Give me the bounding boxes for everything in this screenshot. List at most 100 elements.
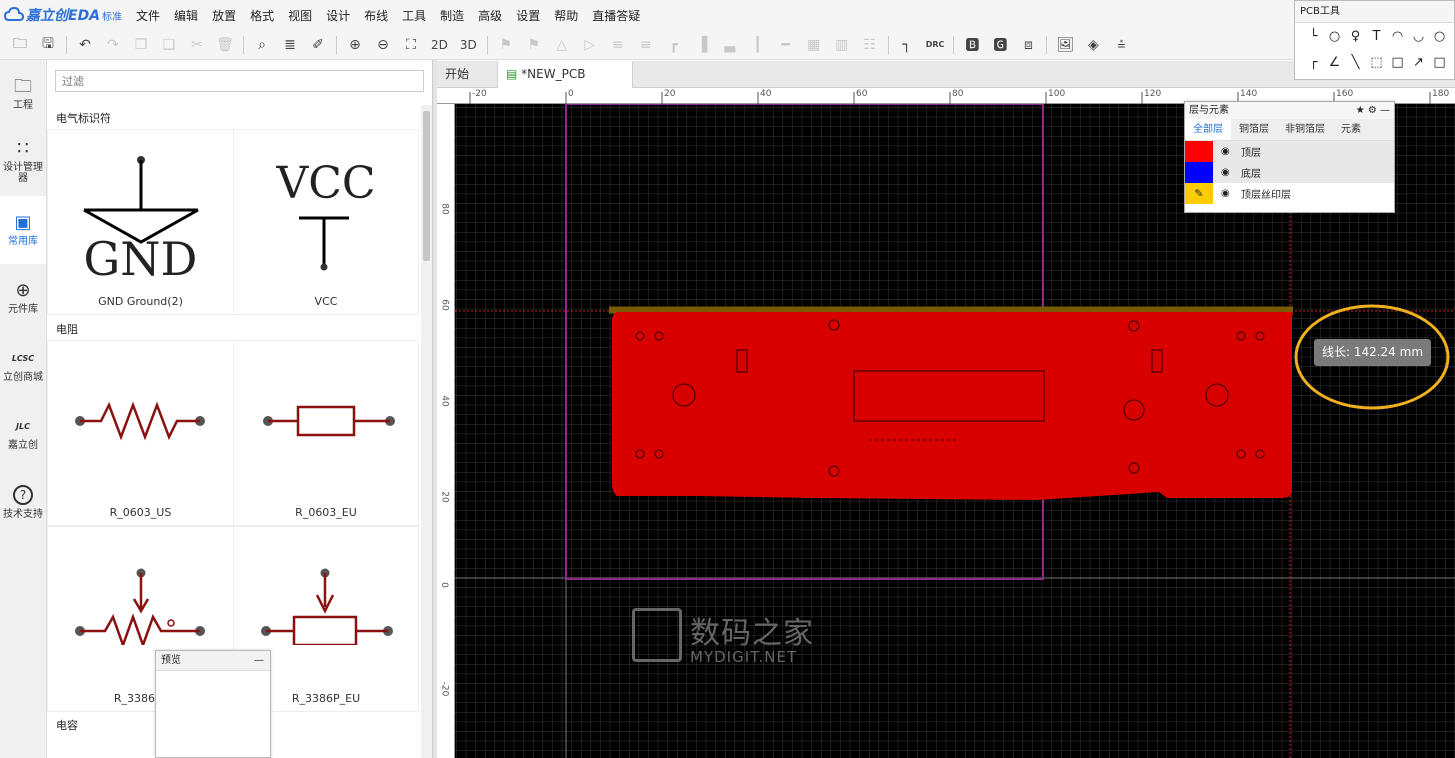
align-hcenter-icon[interactable]: ≡ <box>607 34 629 56</box>
layer-row-top-silk[interactable]: ✎ ◉ 顶层丝印层 <box>1185 183 1394 204</box>
nav-component-library[interactable]: ⊕ 元件库 <box>0 264 46 332</box>
image-export-icon[interactable]: 🖼 <box>1054 34 1076 56</box>
ungroup-icon[interactable]: ▥ <box>831 34 853 56</box>
tab-all-layers[interactable]: 全部层 <box>1185 119 1231 140</box>
view-3d-button[interactable]: 3D <box>457 34 480 56</box>
delete-icon[interactable]: 🗑 <box>214 34 236 56</box>
save-icon[interactable]: 🖫 <box>37 34 59 56</box>
menu-tools[interactable]: 工具 <box>402 7 426 24</box>
menu-edit[interactable]: 编辑 <box>174 7 198 24</box>
pad-icon[interactable]: ○ <box>1324 29 1345 44</box>
copper-area-icon[interactable]: □ <box>1429 55 1450 70</box>
menu-place[interactable]: 放置 <box>212 7 236 24</box>
nav-design-manager[interactable]: ∷ 设计管理器 <box>0 128 46 196</box>
eraser-icon[interactable]: ✐ <box>307 34 329 56</box>
copy-icon[interactable]: ❐ <box>130 34 152 56</box>
text-icon[interactable]: T <box>1366 29 1387 44</box>
library-scrollbar[interactable] <box>421 105 432 758</box>
layout-icon[interactable]: ☷ <box>859 34 881 56</box>
align-bottom-icon[interactable]: ▷ <box>579 34 601 56</box>
group-icon[interactable]: ▦ <box>803 34 825 56</box>
tab-new-pcb[interactable]: ▤ *NEW_PCB <box>497 61 633 88</box>
align-grid-icon[interactable]: ┏ <box>663 34 685 56</box>
distribute-left-icon[interactable]: ┃ <box>747 34 769 56</box>
open-folder-icon[interactable]: 🗀 <box>9 34 31 56</box>
distribute-v-icon[interactable]: ▃ <box>719 34 741 56</box>
distribute-h-icon[interactable]: ▐ <box>691 34 713 56</box>
eye-icon[interactable]: ◉ <box>1221 167 1233 178</box>
connect-icon[interactable]: ╲ <box>1345 55 1366 70</box>
scrollbar-thumb[interactable] <box>423 111 430 261</box>
layer-row-bottom[interactable]: ◉ 底层 <box>1185 162 1394 183</box>
align-right-icon[interactable]: ⚑ <box>523 34 545 56</box>
solid-region-icon[interactable]: ⬚ <box>1366 55 1387 70</box>
align-vcenter-icon[interactable]: ≡ <box>635 34 657 56</box>
find-icon[interactable]: ⌕ <box>251 34 273 56</box>
gnd-symbol-card[interactable]: GND GND Ground(2) <box>47 129 234 315</box>
eye-icon[interactable]: ◉ <box>1221 188 1233 199</box>
share-icon[interactable]: ⩮ <box>1110 34 1132 56</box>
eye-icon[interactable]: ◉ <box>1221 146 1233 157</box>
vcc-symbol-card[interactable]: VCC VCC <box>233 129 419 315</box>
layers-icon[interactable]: ◈ <box>1082 34 1104 56</box>
brand-logo[interactable]: 嘉立创EDA 标准 <box>0 5 122 25</box>
menu-settings[interactable]: 设置 <box>516 7 540 24</box>
paste-icon[interactable]: ❑ <box>158 34 180 56</box>
filter-input[interactable] <box>55 70 424 92</box>
menu-view[interactable]: 视图 <box>288 7 312 24</box>
copper-pour-top[interactable] <box>612 312 1293 500</box>
nav-lcsc[interactable]: LCSC 立创商城 <box>0 332 46 400</box>
menu-route[interactable]: 布线 <box>364 7 388 24</box>
track-icon[interactable]: └ <box>1303 29 1324 44</box>
bom-icon[interactable]: 🅱 <box>961 34 983 56</box>
circle-icon[interactable]: ○ <box>1429 29 1450 44</box>
tab-start[interactable]: 开始 <box>437 61 477 88</box>
r0603eu-card[interactable]: R_0603_EU <box>233 340 419 526</box>
undo-icon[interactable]: ↶ <box>74 34 96 56</box>
layer-color-swatch[interactable] <box>1185 162 1213 183</box>
tab-copper-layers[interactable]: 铜箔层 <box>1231 119 1277 140</box>
cut-icon[interactable]: ✂ <box>186 34 208 56</box>
menu-format[interactable]: 格式 <box>250 7 274 24</box>
route-icon[interactable]: ┐ <box>896 34 918 56</box>
menu-help[interactable]: 帮助 <box>554 7 578 24</box>
pin-icon[interactable]: ★ <box>1356 105 1365 116</box>
gerber-icon[interactable]: 🅶 <box>989 34 1011 56</box>
pencil-icon[interactable]: ✎ <box>1185 183 1213 204</box>
ruler-vertical[interactable]: 80 60 40 20 0 -20 <box>437 104 455 758</box>
layer-row-top[interactable]: ◉ 顶层 <box>1185 141 1394 162</box>
tab-elements[interactable]: 元素 <box>1333 119 1369 140</box>
zoom-in-icon[interactable]: ⊕ <box>344 34 366 56</box>
align-left-icon[interactable]: ⚑ <box>495 34 517 56</box>
align-top-icon[interactable]: △ <box>551 34 573 56</box>
nav-project[interactable]: 🗀 工程 <box>0 60 46 128</box>
drc-button[interactable]: DRC <box>924 34 947 56</box>
image-icon[interactable]: ↗ <box>1408 55 1429 70</box>
arc-icon[interactable]: ◠ <box>1387 29 1408 44</box>
zoom-out-icon[interactable]: ⊖ <box>372 34 394 56</box>
menu-design[interactable]: 设计 <box>326 7 350 24</box>
pick-place-icon[interactable]: ⧈ <box>1017 34 1039 56</box>
nav-jlc[interactable]: JLC 嘉立创 <box>0 400 46 468</box>
menu-fabricate[interactable]: 制造 <box>440 7 464 24</box>
rect-icon[interactable]: □ <box>1387 55 1408 70</box>
minimize-icon[interactable]: — <box>1380 105 1390 116</box>
menu-file[interactable]: 文件 <box>136 7 160 24</box>
fit-view-icon[interactable]: ⛶ <box>400 34 422 56</box>
distribute-top-icon[interactable]: ━ <box>775 34 797 56</box>
nav-common-library[interactable]: ▣ 常用库 <box>0 196 46 264</box>
find-similar-icon[interactable]: ≣ <box>279 34 301 56</box>
menu-live-qa[interactable]: 直播答疑 <box>592 7 640 24</box>
minimize-button[interactable]: — <box>254 651 264 671</box>
gear-icon[interactable]: ⚙ <box>1368 105 1377 116</box>
tab-noncopper-layers[interactable]: 非铜箔层 <box>1277 119 1333 140</box>
angle-icon[interactable]: ∠ <box>1324 55 1345 70</box>
view-2d-button[interactable]: 2D <box>428 34 451 56</box>
redo-icon[interactable]: ↷ <box>102 34 124 56</box>
menu-advanced[interactable]: 高级 <box>478 7 502 24</box>
layer-color-swatch[interactable] <box>1185 141 1213 162</box>
nav-support[interactable]: ? 技术支持 <box>0 468 46 536</box>
r0603us-card[interactable]: R_0603_US <box>47 340 234 526</box>
via-icon[interactable]: ♀ <box>1345 29 1366 44</box>
dimension-icon[interactable]: ┌ <box>1303 55 1324 70</box>
